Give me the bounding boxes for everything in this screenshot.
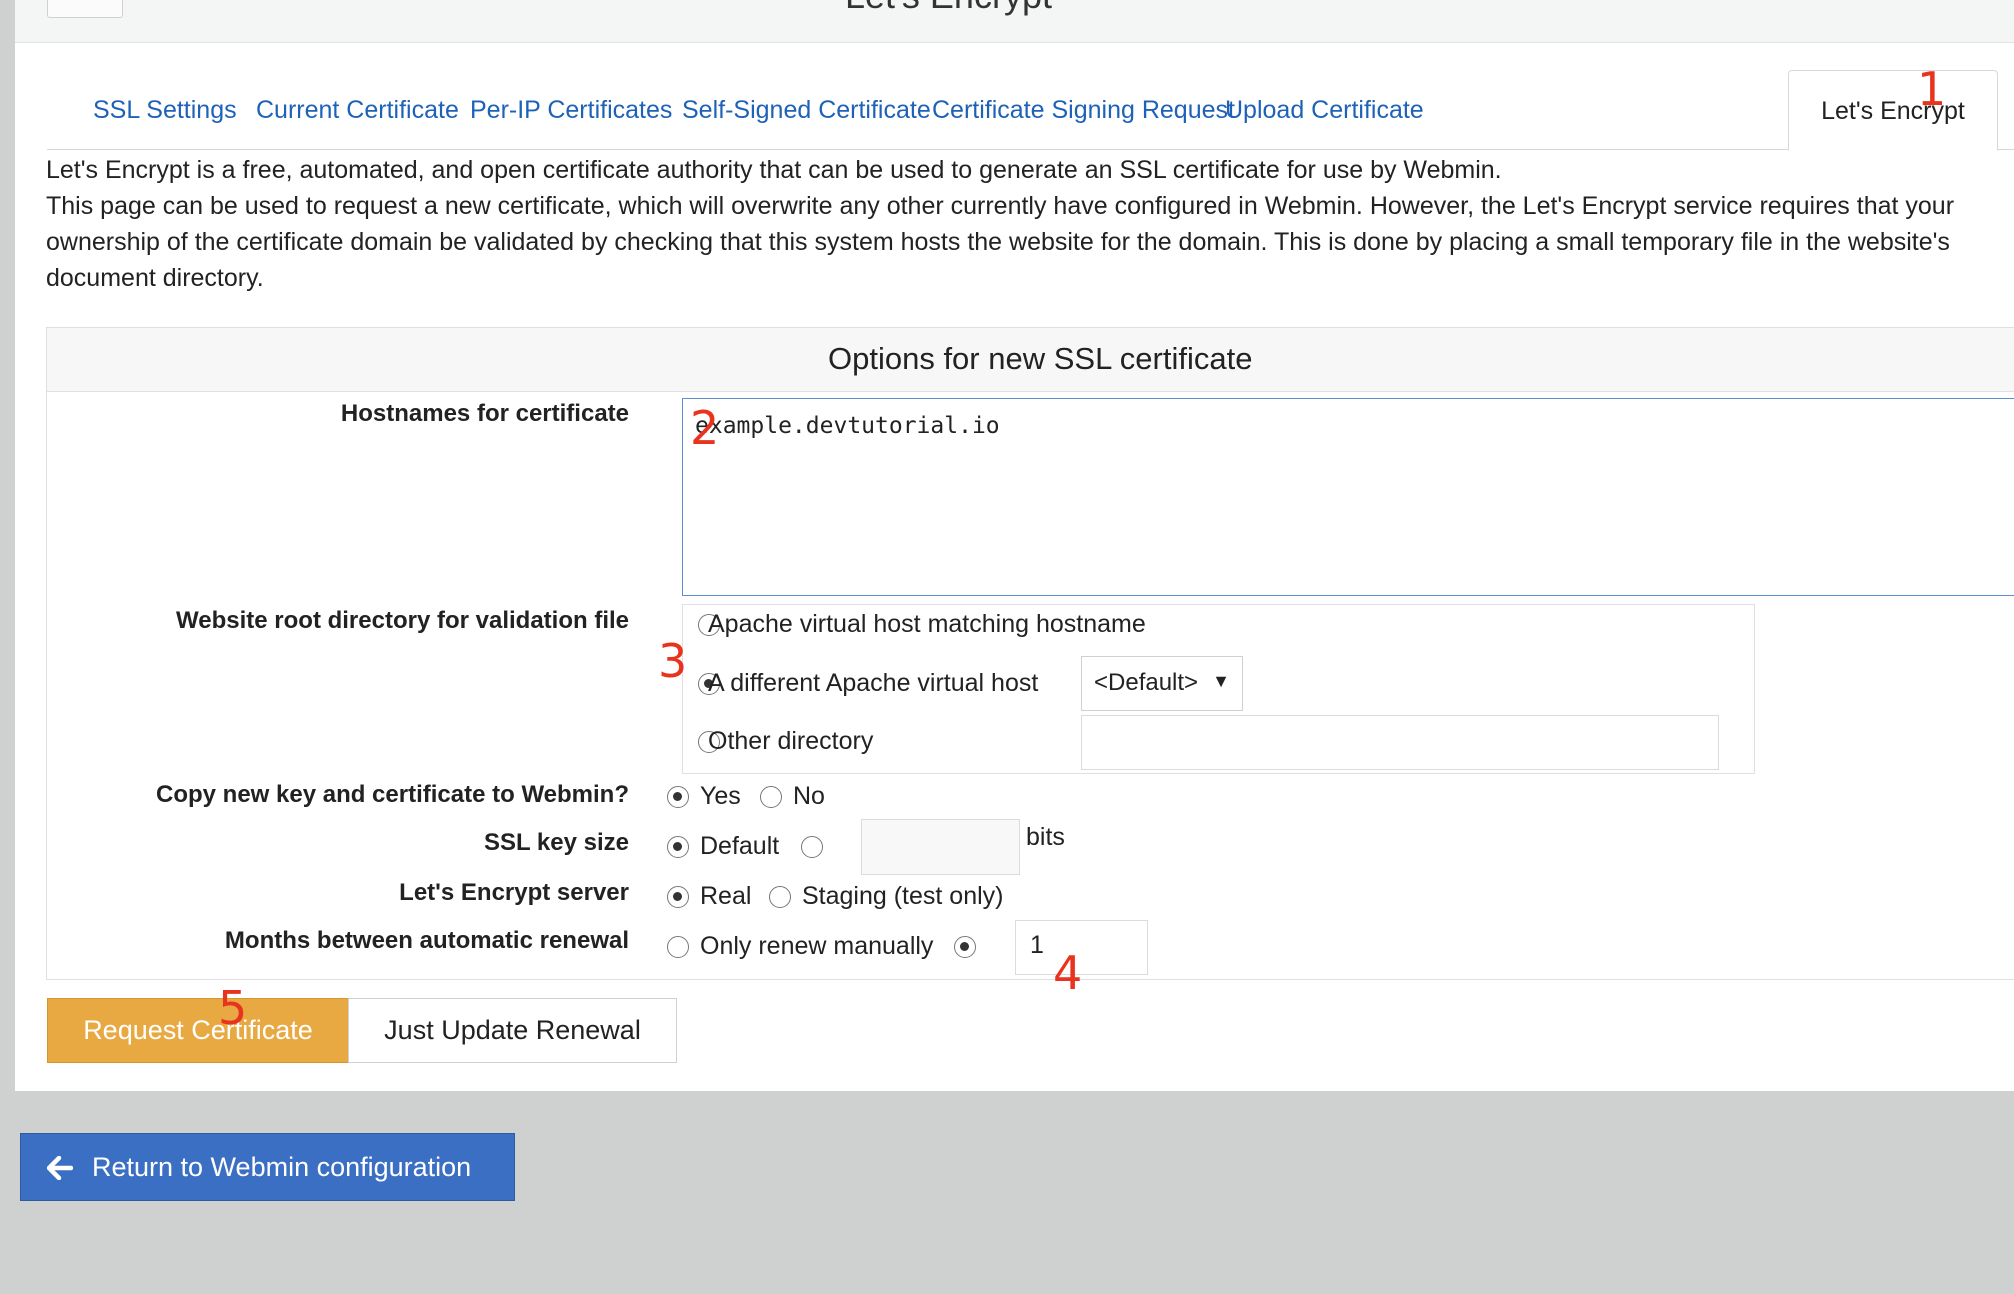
return-to-config-button[interactable]: Return to Webmin configuration: [20, 1133, 515, 1201]
radio-key-size-default-label: Default: [700, 832, 780, 860]
radio-renew-months[interactable]: [954, 936, 976, 958]
radio-copy-no[interactable]: [760, 786, 782, 808]
webroot-label: Website root directory for validation fi…: [176, 607, 629, 634]
tab-lets-encrypt[interactable]: Let's Encrypt: [1788, 70, 1998, 151]
radio-key-size-custom[interactable]: [801, 836, 823, 858]
options-title: Options for new SSL certificate: [828, 341, 1253, 376]
tab-upload-certificate[interactable]: Upload Certificate: [1191, 70, 1458, 150]
arrow-left-icon: [47, 1156, 73, 1180]
intro-text: Let's Encrypt is a free, automated, and …: [46, 152, 2014, 296]
server-label: Let's Encrypt server: [399, 879, 629, 906]
return-button-label: Return to Webmin configuration: [92, 1152, 472, 1182]
intro-line: This page can be used to request a new c…: [46, 192, 1955, 220]
vhost-select[interactable]: <Default> ▼: [1081, 656, 1243, 711]
key-size-unit: bits: [1026, 823, 1065, 851]
renewal-label: Months between automatic renewal: [224, 927, 629, 954]
other-directory-input[interactable]: [1081, 715, 1719, 770]
menu-toggle-button[interactable]: [47, 0, 123, 18]
radio-apache-matching-host-label: Apache virtual host matching hostname: [708, 610, 1146, 638]
tab-bar: SSL Settings Current Certificate Per-IP …: [47, 70, 2014, 151]
options-header: Options for new SSL certificate: [47, 328, 2014, 392]
request-certificate-button[interactable]: Request Certificate: [47, 998, 349, 1063]
radio-copy-yes-label: Yes: [700, 782, 741, 810]
chevron-down-icon: ▼: [1212, 671, 1230, 691]
radio-copy-yes[interactable]: [667, 786, 689, 808]
options-box: Options for new SSL certificate Hostname…: [46, 327, 2014, 980]
radio-renew-manually[interactable]: [667, 936, 689, 958]
radio-key-size-default[interactable]: [667, 836, 689, 858]
vhost-select-value: <Default>: [1094, 669, 1199, 696]
main-panel: Let's Encrypt SSL Settings Current Certi…: [15, 0, 2014, 1091]
key-size-input[interactable]: [861, 819, 1020, 875]
radio-different-apache-host-label: A different Apache virtual host: [708, 669, 1039, 697]
key-size-label: SSL key size: [484, 829, 629, 856]
renewal-months-input[interactable]: 1: [1015, 920, 1148, 975]
intro-line: document directory.: [46, 264, 264, 292]
copy-to-webmin-label: Copy new key and certificate to Webmin?: [156, 781, 629, 808]
top-bar: Let's Encrypt: [15, 0, 2014, 43]
hostnames-label: Hostnames for certificate: [340, 400, 629, 427]
radio-server-real[interactable]: [667, 886, 689, 908]
hostnames-input[interactable]: example.devtutorial.io: [682, 398, 2014, 596]
radio-copy-no-label: No: [793, 782, 825, 810]
intro-line: ownership of the certificate domain be v…: [46, 228, 1950, 256]
radio-other-directory-label: Other directory: [708, 727, 874, 755]
page-title: Let's Encrypt: [845, 0, 1052, 17]
radio-server-staging[interactable]: [769, 886, 791, 908]
update-renewal-button[interactable]: Just Update Renewal: [348, 998, 677, 1063]
radio-renew-manually-label: Only renew manually: [700, 932, 934, 960]
intro-line: Let's Encrypt is a free, automated, and …: [46, 156, 1502, 184]
radio-server-staging-label: Staging (test only): [802, 882, 1004, 910]
radio-server-real-label: Real: [700, 882, 752, 910]
